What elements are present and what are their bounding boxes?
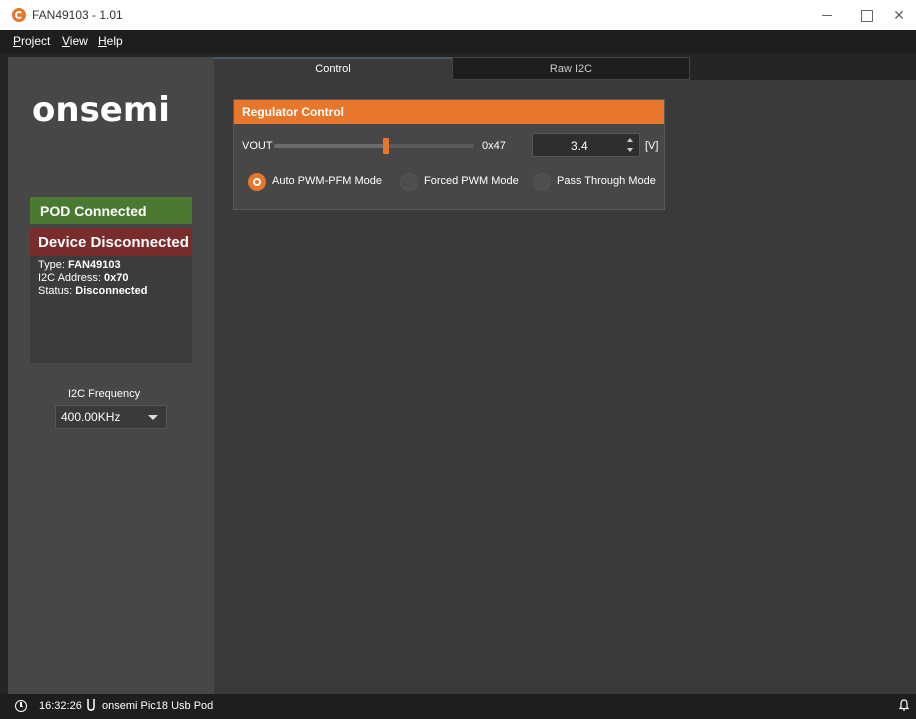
i2c-address-row: I2C Address: 0x70 bbox=[38, 272, 147, 285]
tab-raw-i2c[interactable]: Raw I2C bbox=[452, 57, 690, 80]
usb-icon bbox=[87, 699, 95, 711]
menu-project-mnemonic: P bbox=[13, 34, 22, 48]
panel-title: Regulator Control bbox=[234, 100, 664, 124]
radio-label: Pass Through Mode bbox=[557, 175, 656, 187]
sidebar bbox=[8, 57, 214, 694]
status-device: onsemi Pic18 Usb Pod bbox=[102, 700, 214, 712]
spin-up-icon[interactable] bbox=[627, 138, 633, 142]
device-status-badge: Device Disconnected bbox=[30, 228, 192, 256]
device-status-row: Status: Disconnected bbox=[38, 285, 147, 298]
voltage-value: 3.4 bbox=[571, 139, 588, 153]
menu-view-label: iew bbox=[69, 34, 88, 48]
maximize-icon[interactable] bbox=[849, 0, 883, 30]
onsemi-logo: onsemi bbox=[32, 90, 170, 130]
device-panel: Device Disconnected Type: FAN49103 I2C A… bbox=[30, 228, 192, 363]
title-bar: FAN49103 - 1.01 ✕ bbox=[0, 0, 916, 30]
radio-label: Auto PWM-PFM Mode bbox=[272, 175, 383, 187]
vout-hex-value: 0x47 bbox=[482, 140, 506, 152]
menu-project-label: roject bbox=[21, 34, 51, 48]
clock-icon bbox=[15, 700, 27, 712]
app-icon bbox=[12, 8, 26, 22]
radio-indicator[interactable] bbox=[400, 173, 418, 191]
i2c-address-label: I2C Address: bbox=[38, 272, 105, 284]
i2c-frequency-label: I2C Frequency bbox=[68, 388, 141, 400]
minimize-icon[interactable] bbox=[810, 0, 844, 30]
menu-project[interactable]: Project bbox=[13, 34, 50, 48]
device-type-label: Type: bbox=[38, 259, 68, 271]
menu-help-mnemonic: H bbox=[98, 34, 107, 48]
window-title: FAN49103 - 1.01 bbox=[32, 8, 123, 22]
spin-down-icon[interactable] bbox=[627, 148, 633, 152]
status-time: 16:32:26 bbox=[39, 700, 82, 712]
menu-view-mnemonic: V bbox=[62, 34, 70, 48]
bell-icon[interactable] bbox=[899, 699, 909, 712]
status-bar: 16:32:26 onsemi Pic18 Usb Pod bbox=[0, 694, 916, 719]
i2c-frequency-value: 400.00KHz bbox=[61, 410, 121, 424]
menu-help-label: elp bbox=[106, 34, 123, 48]
tab-bar: Control Raw I2C bbox=[214, 57, 916, 80]
device-info: Type: FAN49103 I2C Address: 0x70 Status:… bbox=[38, 259, 147, 298]
vout-slider-fill bbox=[274, 144, 386, 148]
vout-label: VOUT bbox=[242, 140, 273, 152]
radio-label: Forced PWM Mode bbox=[424, 175, 519, 187]
radio-indicator[interactable] bbox=[533, 173, 551, 191]
i2c-frequency-select[interactable]: 400.00KHz bbox=[55, 405, 167, 429]
device-status-label: Status: bbox=[38, 285, 76, 297]
i2c-address-value: 0x70 bbox=[104, 272, 129, 284]
regulator-control-panel: Regulator Control VOUT 0x47 3.4 [V] Auto… bbox=[233, 99, 665, 210]
close-icon[interactable]: ✕ bbox=[882, 0, 916, 30]
menu-bar: Project View Help bbox=[0, 30, 916, 53]
pod-status-badge: POD Connected bbox=[30, 197, 192, 224]
menu-view[interactable]: View bbox=[62, 34, 88, 48]
menu-help[interactable]: Help bbox=[98, 34, 123, 48]
device-type-value: FAN49103 bbox=[67, 259, 121, 271]
device-type-row: Type: FAN49103 bbox=[38, 259, 147, 272]
radio-indicator[interactable] bbox=[248, 173, 266, 191]
tab-control[interactable]: Control bbox=[214, 57, 452, 80]
voltage-unit: [V] bbox=[645, 140, 659, 152]
vout-slider[interactable] bbox=[274, 138, 474, 154]
voltage-spinbox[interactable]: 3.4 bbox=[532, 133, 640, 157]
chevron-down-icon bbox=[148, 415, 158, 420]
vout-slider-handle[interactable] bbox=[383, 138, 389, 154]
device-status-value: Disconnected bbox=[75, 285, 148, 297]
